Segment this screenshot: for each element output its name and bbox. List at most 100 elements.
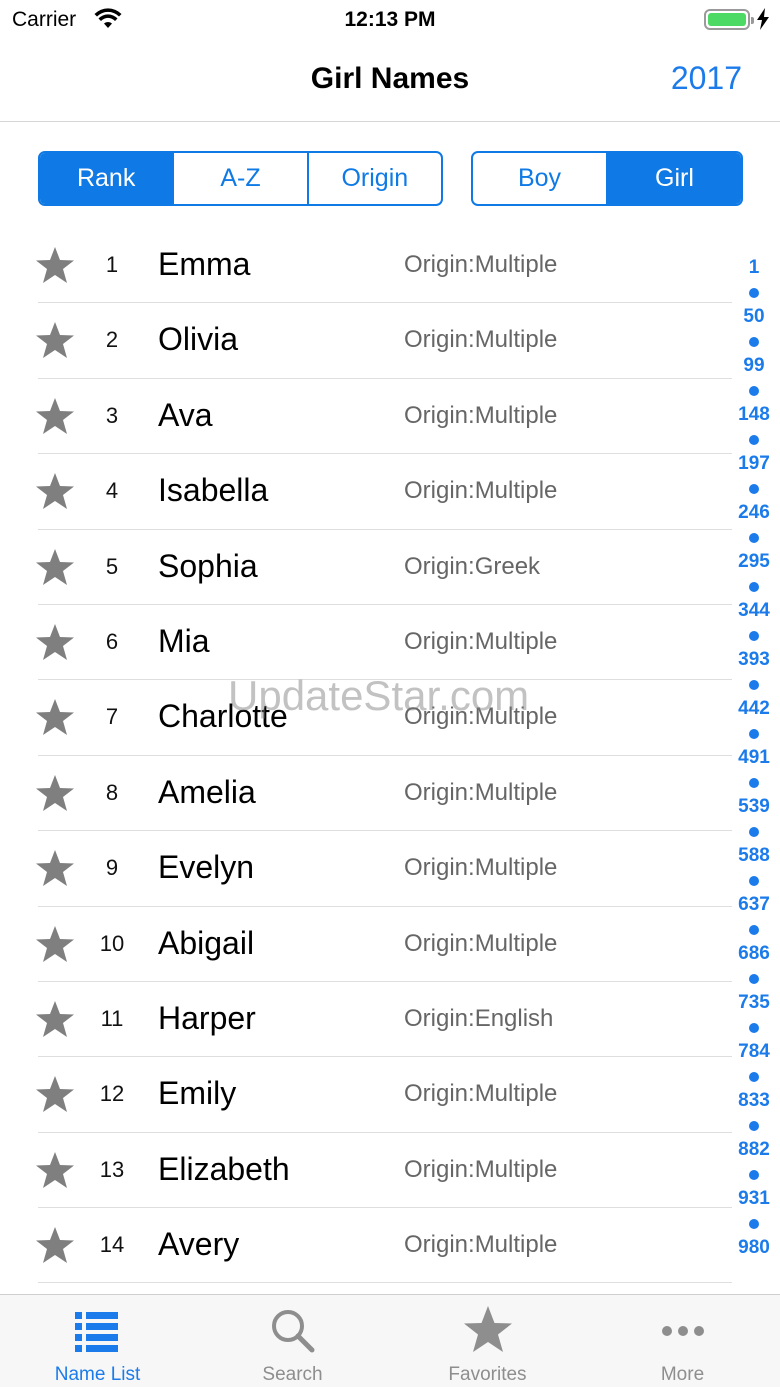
index-dot[interactable] <box>728 428 780 453</box>
index-entry[interactable]: 295 <box>728 550 780 575</box>
list-item[interactable]: 1 Emma Origin:Multiple <box>0 228 732 304</box>
index-dot[interactable] <box>728 967 780 992</box>
index-dot[interactable] <box>728 820 780 845</box>
segment-rank[interactable]: Rank <box>40 153 175 204</box>
origin-label: Origin:Multiple <box>404 778 558 806</box>
year-button[interactable]: 2017 <box>671 60 742 97</box>
favorite-star-icon[interactable] <box>35 321 75 361</box>
favorite-star-icon[interactable] <box>35 1151 75 1191</box>
favorite-star-icon[interactable] <box>35 1226 75 1266</box>
favorite-star-icon[interactable] <box>35 623 75 663</box>
index-entry[interactable]: 1 <box>728 256 780 281</box>
index-entry[interactable]: 197 <box>728 452 780 477</box>
list-item[interactable]: 9 Evelyn Origin:Multiple <box>0 831 732 907</box>
index-entry[interactable]: 539 <box>728 795 780 820</box>
favorite-star-icon[interactable] <box>35 548 75 588</box>
index-entry[interactable]: 344 <box>728 599 780 624</box>
list-item[interactable]: 4 Isabella Origin:Multiple <box>0 454 732 530</box>
sort-segmented-control: Rank A-Z Origin <box>38 151 443 206</box>
origin-label: Origin:Greek <box>404 552 541 580</box>
index-entry[interactable]: 148 <box>728 403 780 428</box>
index-dot[interactable] <box>728 575 780 600</box>
favorite-star-icon[interactable] <box>35 397 75 437</box>
index-dot[interactable] <box>728 771 780 796</box>
list-item[interactable]: 3 Ava Origin:Multiple <box>0 379 732 455</box>
segment-origin[interactable]: Origin <box>309 153 441 204</box>
index-entry[interactable]: 99 <box>728 354 780 379</box>
index-entry[interactable]: 735 <box>728 991 780 1016</box>
index-entry[interactable]: 686 <box>728 942 780 967</box>
index-entry[interactable]: 442 <box>728 697 780 722</box>
tab-more[interactable]: More <box>585 1295 780 1387</box>
index-dot[interactable] <box>728 673 780 698</box>
rank-number: 6 <box>105 628 119 654</box>
index-dot[interactable] <box>728 869 780 894</box>
index-entry[interactable]: 393 <box>728 648 780 673</box>
index-dot[interactable] <box>728 1114 780 1139</box>
gender-segmented-control: Boy Girl <box>471 151 743 206</box>
index-entry[interactable]: 588 <box>728 844 780 869</box>
segment-a-z[interactable]: A-Z <box>174 153 309 204</box>
index-dot[interactable] <box>728 379 780 404</box>
rank-number: 13 <box>99 1156 125 1182</box>
index-entry[interactable]: 833 <box>728 1089 780 1114</box>
index-entry[interactable]: 980 <box>728 1236 780 1261</box>
list-item[interactable]: 10 Abigail Origin:Multiple <box>0 907 732 983</box>
index-dot[interactable] <box>728 1065 780 1090</box>
section-index[interactable]: 1 50 99 148 197 246 295 344 393 442 491 539 588 637 68… <box>728 256 780 1261</box>
list-icon <box>74 1312 118 1352</box>
favorite-star-icon[interactable] <box>35 774 75 814</box>
segment-girl[interactable]: Girl <box>608 153 741 204</box>
index-dot[interactable] <box>728 477 780 502</box>
origin-label: Origin:Multiple <box>404 1080 558 1108</box>
rank-number: 10 <box>99 930 125 956</box>
tab-search[interactable]: Search <box>195 1295 390 1387</box>
star-icon <box>463 1306 512 1352</box>
favorite-star-icon[interactable] <box>35 1075 75 1115</box>
rank-number: 7 <box>105 704 119 730</box>
list-item[interactable]: 8 Amelia Origin:Multiple <box>0 756 732 832</box>
origin-label: Origin:Multiple <box>404 627 558 655</box>
index-dot[interactable] <box>728 281 780 306</box>
name-label: Olivia <box>158 321 239 358</box>
index-entry[interactable]: 784 <box>728 1040 780 1065</box>
list-item[interactable]: 2 Olivia Origin:Multiple <box>0 303 732 380</box>
index-entry[interactable]: 931 <box>728 1187 780 1212</box>
index-dot[interactable] <box>728 1212 780 1237</box>
index-dot[interactable] <box>728 526 780 551</box>
navigation-bar: Girl Names 2017 <box>0 40 780 122</box>
list-item[interactable]: 6 Mia Origin:Multiple <box>0 605 732 681</box>
status-bar: Carrier 12:13 PM <box>0 0 780 40</box>
favorite-star-icon[interactable] <box>35 698 75 738</box>
index-entry[interactable]: 246 <box>728 501 780 526</box>
origin-label: Origin:Multiple <box>404 1231 558 1259</box>
list-item[interactable]: 13 Elizabeth Origin:Multiple <box>0 1133 732 1209</box>
list-item[interactable]: 11 Harper Origin:English <box>0 982 732 1058</box>
index-entry[interactable]: 637 <box>728 893 780 918</box>
tab-favorites[interactable]: Favorites <box>390 1295 585 1387</box>
more-icon <box>661 1326 704 1336</box>
origin-label: Origin:English <box>404 1004 554 1032</box>
favorite-star-icon[interactable] <box>35 925 75 965</box>
index-dot[interactable] <box>728 1163 780 1188</box>
index-entry[interactable]: 50 <box>728 305 780 330</box>
favorite-star-icon[interactable] <box>35 849 75 889</box>
favorite-star-icon[interactable] <box>35 1000 75 1040</box>
segment-boy[interactable]: Boy <box>473 153 608 204</box>
index-entry[interactable]: 491 <box>728 746 780 771</box>
list-item[interactable]: 12 Emily Origin:Multiple <box>0 1057 732 1134</box>
rank-number: 12 <box>99 1081 125 1107</box>
index-dot[interactable] <box>728 624 780 649</box>
favorite-star-icon[interactable] <box>35 472 75 512</box>
list-item[interactable]: 5 Sophia Origin:Greek <box>0 530 732 606</box>
index-entry[interactable]: 882 <box>728 1138 780 1163</box>
tab-name-list[interactable]: Name List <box>0 1295 195 1387</box>
origin-label: Origin:Multiple <box>404 401 558 429</box>
favorite-star-icon[interactable] <box>35 246 75 286</box>
index-dot[interactable] <box>728 722 780 747</box>
index-dot[interactable] <box>728 330 780 355</box>
index-dot[interactable] <box>728 1016 780 1041</box>
index-dot[interactable] <box>728 918 780 943</box>
battery-icon <box>704 9 754 30</box>
list-item[interactable]: 14 Avery Origin:Multiple <box>0 1208 732 1284</box>
